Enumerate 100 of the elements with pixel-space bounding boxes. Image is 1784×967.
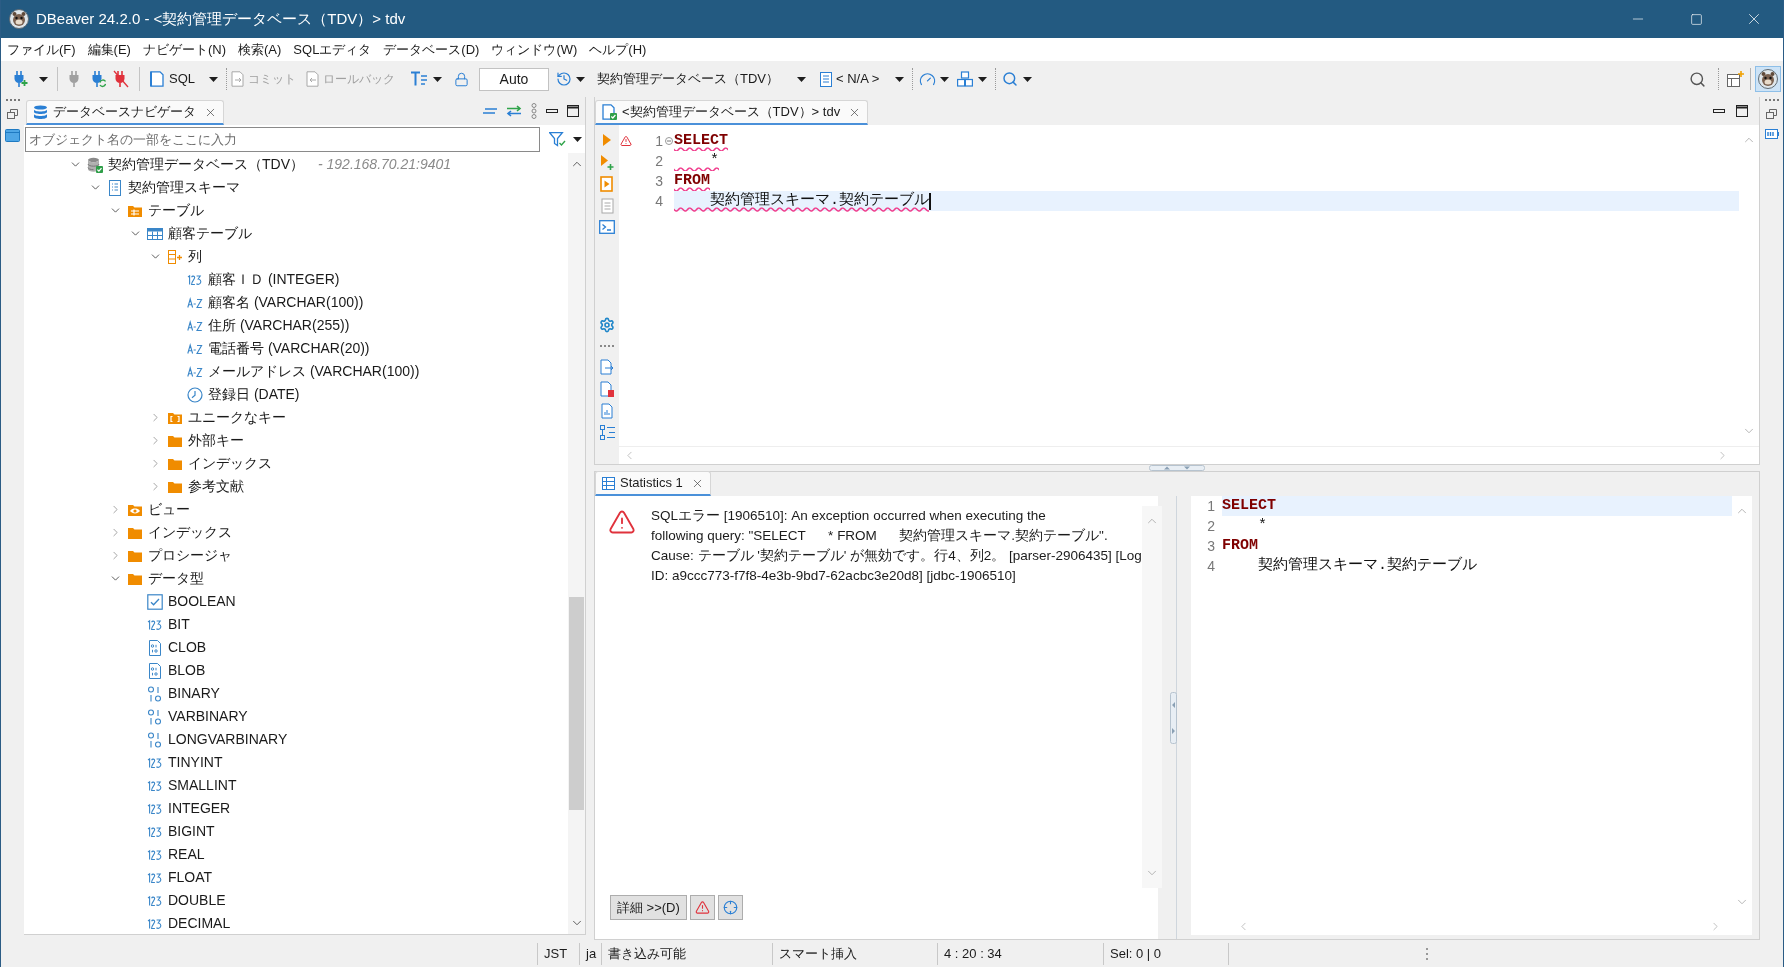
sql-editor-button[interactable]: SQL xyxy=(150,69,195,89)
maximize-icon[interactable] xyxy=(1736,105,1748,117)
tree-node-label[interactable]: メールアドレス (VARCHAR(100)) xyxy=(208,361,420,382)
filter-check-icon[interactable] xyxy=(549,131,566,147)
navigator-tab[interactable]: データベースナビゲータ xyxy=(26,100,224,125)
run-add-icon[interactable] xyxy=(600,154,614,170)
caret-icon[interactable] xyxy=(940,76,950,82)
tree-node-label[interactable]: BOOLEAN xyxy=(168,591,236,612)
tree-node-label[interactable]: BIGINT xyxy=(168,821,215,842)
schema-selector[interactable]: < N/A > xyxy=(820,69,905,89)
tree-node-label[interactable]: 顧客名 (VARCHAR(100)) xyxy=(208,292,364,313)
menu-item[interactable]: ファイル(F) xyxy=(4,39,79,60)
run-icon[interactable] xyxy=(602,132,612,148)
caret-icon[interactable] xyxy=(1023,76,1033,82)
plug-refresh-icon[interactable] xyxy=(90,70,106,88)
editor-tab[interactable]: <契約管理データベース（TDV）> tdv xyxy=(595,100,869,125)
tree-node-label[interactable]: 外部キー xyxy=(188,430,244,451)
menu-item[interactable]: ウィンドウ(W) xyxy=(488,39,581,60)
minimize-icon[interactable] xyxy=(546,109,558,113)
tree-node-label[interactable]: ユニークなキー xyxy=(188,407,286,428)
caret-icon[interactable] xyxy=(209,76,218,82)
menu-item[interactable]: ヘルプ(H) xyxy=(586,39,650,60)
restore-icon[interactable] xyxy=(7,109,18,119)
tree-node-label[interactable]: VARBINARY xyxy=(168,706,248,727)
outline-list-icon[interactable] xyxy=(599,425,615,440)
caret-icon[interactable] xyxy=(978,76,988,82)
plug-add-icon[interactable] xyxy=(12,70,28,88)
tree-node-label[interactable]: 住所 (VARCHAR(255)) xyxy=(208,315,350,336)
tree-node-label[interactable]: DECIMAL xyxy=(168,913,231,934)
tree-node-label[interactable]: BLOB xyxy=(168,660,206,681)
menu-item[interactable]: 検索(A) xyxy=(235,39,285,60)
tree-node-label[interactable]: 参考文献 xyxy=(188,476,244,497)
tree-node-label[interactable]: 列 xyxy=(188,246,202,267)
results-tab[interactable]: Statistics 1 xyxy=(595,471,711,496)
script-run-icon[interactable] xyxy=(600,176,614,192)
menu-item[interactable]: SQLエディタ xyxy=(290,39,375,60)
caret-icon[interactable] xyxy=(576,76,585,82)
search-icon[interactable] xyxy=(1002,71,1019,87)
sql-document-check-icon[interactable] xyxy=(602,104,617,120)
tree-node-label[interactable]: テーブル xyxy=(148,200,204,221)
settings-icon[interactable] xyxy=(599,317,615,333)
transaction-mode-icon[interactable] xyxy=(411,71,427,87)
collapse-all-icon[interactable] xyxy=(483,108,497,114)
search-icon[interactable] xyxy=(1689,70,1706,88)
tree-node-label[interactable]: インデックス xyxy=(188,453,272,474)
database-icon[interactable] xyxy=(33,104,48,120)
details-button[interactable]: 詳細 >>(D) xyxy=(610,895,687,920)
tree-node-label[interactable]: 契約管理データベース（TDV） xyxy=(108,154,304,175)
locate-button[interactable] xyxy=(717,895,743,920)
caret-icon[interactable] xyxy=(39,76,48,82)
tree-node-label[interactable]: LONGVARBINARY xyxy=(168,729,288,750)
filter-field[interactable]: オブジェクト名の一部をここに入力 xyxy=(25,126,540,152)
history-icon[interactable] xyxy=(556,71,572,87)
caret-icon[interactable] xyxy=(573,136,582,142)
tree-node-label[interactable]: ビュー xyxy=(148,499,190,520)
tree-node-label[interactable]: BIT xyxy=(168,614,190,635)
tree-node-label[interactable]: BINARY xyxy=(168,683,220,704)
panel-icon[interactable] xyxy=(5,129,20,142)
datasource-selector[interactable]: 契約管理データベース（TDV） xyxy=(597,69,806,89)
lock-icon[interactable] xyxy=(454,71,469,87)
tree-node-label[interactable]: データ型 xyxy=(148,568,204,589)
document-error-icon[interactable] xyxy=(600,381,614,397)
caret-icon[interactable] xyxy=(433,76,442,82)
warning-icon[interactable] xyxy=(694,900,710,915)
error-log-button[interactable] xyxy=(689,895,715,920)
tree-node-label[interactable]: プロシージャ xyxy=(148,545,232,566)
warning-icon[interactable] xyxy=(608,508,636,536)
caret-icon[interactable] xyxy=(895,76,905,82)
document-export-icon[interactable] xyxy=(600,359,614,375)
caret-icon[interactable] xyxy=(797,76,806,82)
resize-handle-icon[interactable] xyxy=(1149,465,1205,471)
fold-marker-icon[interactable] xyxy=(664,137,673,145)
scrollbar-thumb[interactable] xyxy=(569,597,584,810)
document-list-icon[interactable] xyxy=(820,71,832,87)
warning-icon[interactable] xyxy=(620,135,632,147)
tree-node-label[interactable]: インデックス xyxy=(148,522,232,543)
kebab-menu-icon[interactable] xyxy=(531,103,537,119)
tree-node-label[interactable]: REAL xyxy=(168,844,205,865)
tree-node-label[interactable]: SMALLINT xyxy=(168,775,237,796)
transaction-mode-button[interactable]: Auto xyxy=(479,67,549,91)
plug-disconnect-icon[interactable] xyxy=(113,70,129,88)
terminal-icon[interactable] xyxy=(599,220,615,234)
tree-node-label[interactable]: CLOB xyxy=(168,637,207,658)
document-icon[interactable] xyxy=(150,71,164,87)
tree-node-label[interactable]: FLOAT xyxy=(168,867,213,888)
tree-node-label[interactable]: 登録日 (DATE) xyxy=(208,384,300,405)
tree-node-label[interactable]: TINYINT xyxy=(168,752,223,773)
maximize-icon[interactable] xyxy=(567,105,579,117)
restore-icon[interactable] xyxy=(1766,109,1777,119)
document-chart-icon[interactable] xyxy=(600,403,614,419)
crosshair-icon[interactable] xyxy=(722,900,738,915)
tree-node-label[interactable]: 顧客テーブル xyxy=(168,223,252,244)
menu-item[interactable]: ナビゲート(N) xyxy=(139,39,229,60)
boxes-icon[interactable] xyxy=(957,71,974,87)
menu-item[interactable]: 編集(E) xyxy=(84,39,134,60)
link-arrows-icon[interactable] xyxy=(506,105,522,117)
window-add-icon[interactable] xyxy=(1727,71,1744,87)
tree-node-label[interactable]: DOUBLE xyxy=(168,890,226,911)
resize-handle-icon[interactable] xyxy=(1169,691,1177,744)
minimize-icon[interactable] xyxy=(1713,109,1725,113)
